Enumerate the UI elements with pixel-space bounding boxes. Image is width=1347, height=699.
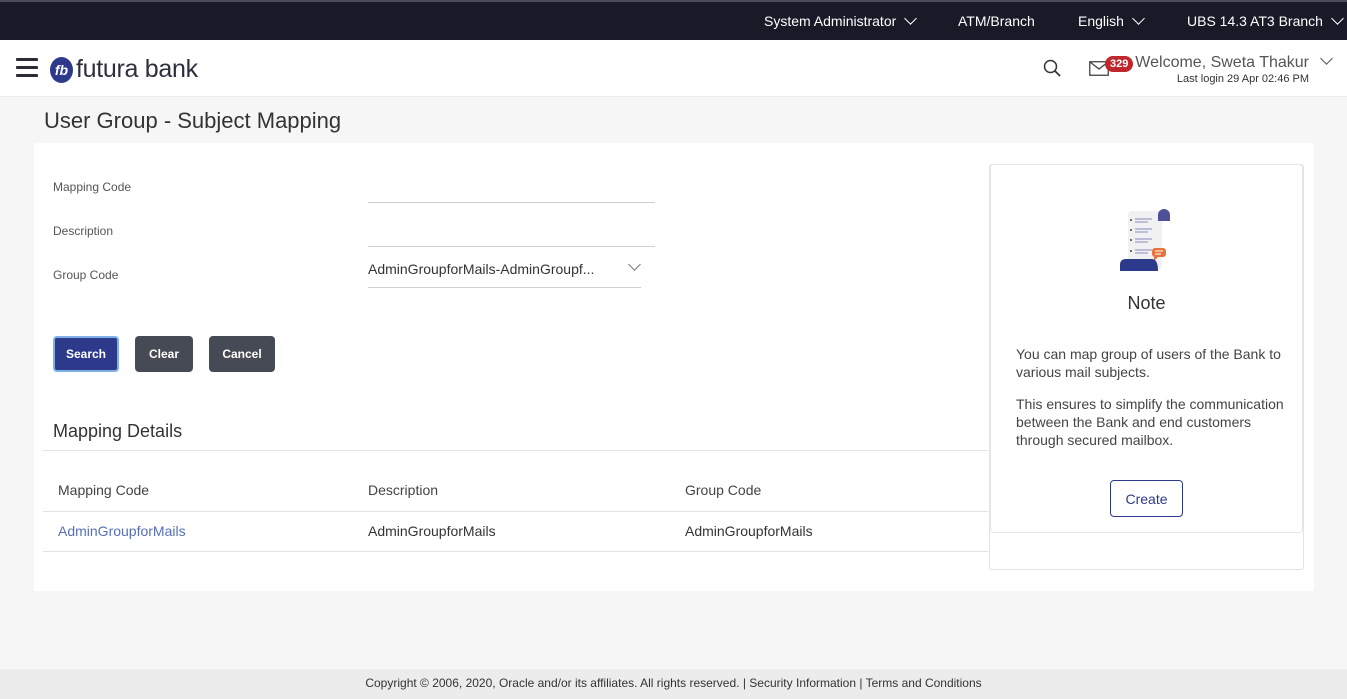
column-header-group-code: Group Code <box>685 482 762 498</box>
page-title: User Group - Subject Mapping <box>44 108 342 133</box>
mapping-code-link[interactable]: AdminGroupforMails <box>58 523 186 539</box>
group-code-select[interactable]: AdminGroupforMails-AdminGroupf... <box>368 253 641 287</box>
mail-count-badge: 329 <box>1105 56 1134 72</box>
branch-dropdown[interactable]: UBS 14.3 AT3 Branch <box>1187 11 1344 29</box>
description-input[interactable] <box>368 215 655 247</box>
note-title: Note <box>1127 293 1166 313</box>
column-header-description: Description <box>368 482 439 498</box>
description-label: Description <box>53 224 114 238</box>
copyright-text: Copyright © 2006, 2020, Oracle and/or it… <box>365 676 740 690</box>
language-dropdown[interactable]: English <box>1078 11 1145 29</box>
chevron-down-icon <box>628 258 641 271</box>
user-menu[interactable]: Welcome, Sweta Thakur Last login 29 Apr … <box>1135 54 1309 85</box>
clear-button[interactable]: Clear <box>135 336 193 372</box>
menu-icon[interactable] <box>16 58 38 78</box>
location-label: ATM/Branch <box>958 13 1035 29</box>
note-paragraph: This ensures to simplify the communicati… <box>1016 396 1284 448</box>
last-login: Last login 29 Apr 02:46 PM <box>1176 73 1309 85</box>
description-cell: AdminGroupforMails <box>368 523 496 539</box>
role-dropdown[interactable]: System Administrator <box>764 11 918 29</box>
header-divider <box>43 511 988 512</box>
footer: Copyright © 2006, 2020, Oracle and/or it… <box>0 669 1347 699</box>
chevron-down-icon <box>1331 11 1344 25</box>
app-header: fb futura bank 329 Welcome, Sweta Thakur… <box>0 40 1347 97</box>
location-link[interactable]: ATM/Branch <box>958 13 1035 29</box>
role-label: System Administrator <box>764 13 897 29</box>
footer-separator: | <box>856 676 866 690</box>
search-icon[interactable] <box>1043 59 1061 77</box>
branch-label: UBS 14.3 AT3 Branch <box>1187 13 1323 29</box>
language-label: English <box>1078 13 1124 29</box>
search-button[interactable]: Search <box>53 336 119 372</box>
main-panel: Mapping Code Description Group Code Admi… <box>34 143 1314 591</box>
description-underline <box>368 246 655 247</box>
mapping-code-underline <box>368 202 655 203</box>
mapping-details-title: Mapping Details <box>53 421 183 441</box>
welcome-text: Welcome, Sweta Thakur <box>1135 54 1309 71</box>
logo-mark-icon: fb <box>50 56 73 83</box>
mailbox-button[interactable]: 329 <box>1089 56 1135 84</box>
group-code-value: AdminGroupforMails-AdminGroupf... <box>368 261 595 277</box>
terms-link[interactable]: Terms and Conditions <box>866 676 982 690</box>
group-code-label: Group Code <box>53 268 119 282</box>
chevron-down-icon <box>1132 11 1145 25</box>
row-divider <box>43 551 988 552</box>
top-bar: System Administrator ATM/Branch English … <box>0 0 1347 40</box>
note-scroll-icon <box>1120 209 1170 271</box>
brand-name: futura bank <box>76 55 198 83</box>
brand-logo[interactable]: fb futura bank <box>50 55 198 84</box>
security-information-link[interactable]: Security Information <box>749 676 856 690</box>
section-divider <box>43 450 988 451</box>
cancel-button[interactable]: Cancel <box>209 336 275 372</box>
group-code-cell: AdminGroupforMails <box>685 523 813 539</box>
note-paragraph: You can map group of users of the Bank t… <box>1016 346 1281 380</box>
group-code-underline <box>368 287 641 288</box>
chevron-down-icon <box>904 11 918 25</box>
mapping-code-input[interactable] <box>368 171 655 203</box>
footer-separator: | <box>739 676 750 690</box>
column-header-mapping-code: Mapping Code <box>58 482 150 498</box>
create-button[interactable]: Create <box>1110 480 1183 517</box>
mapping-code-label: Mapping Code <box>53 180 132 194</box>
